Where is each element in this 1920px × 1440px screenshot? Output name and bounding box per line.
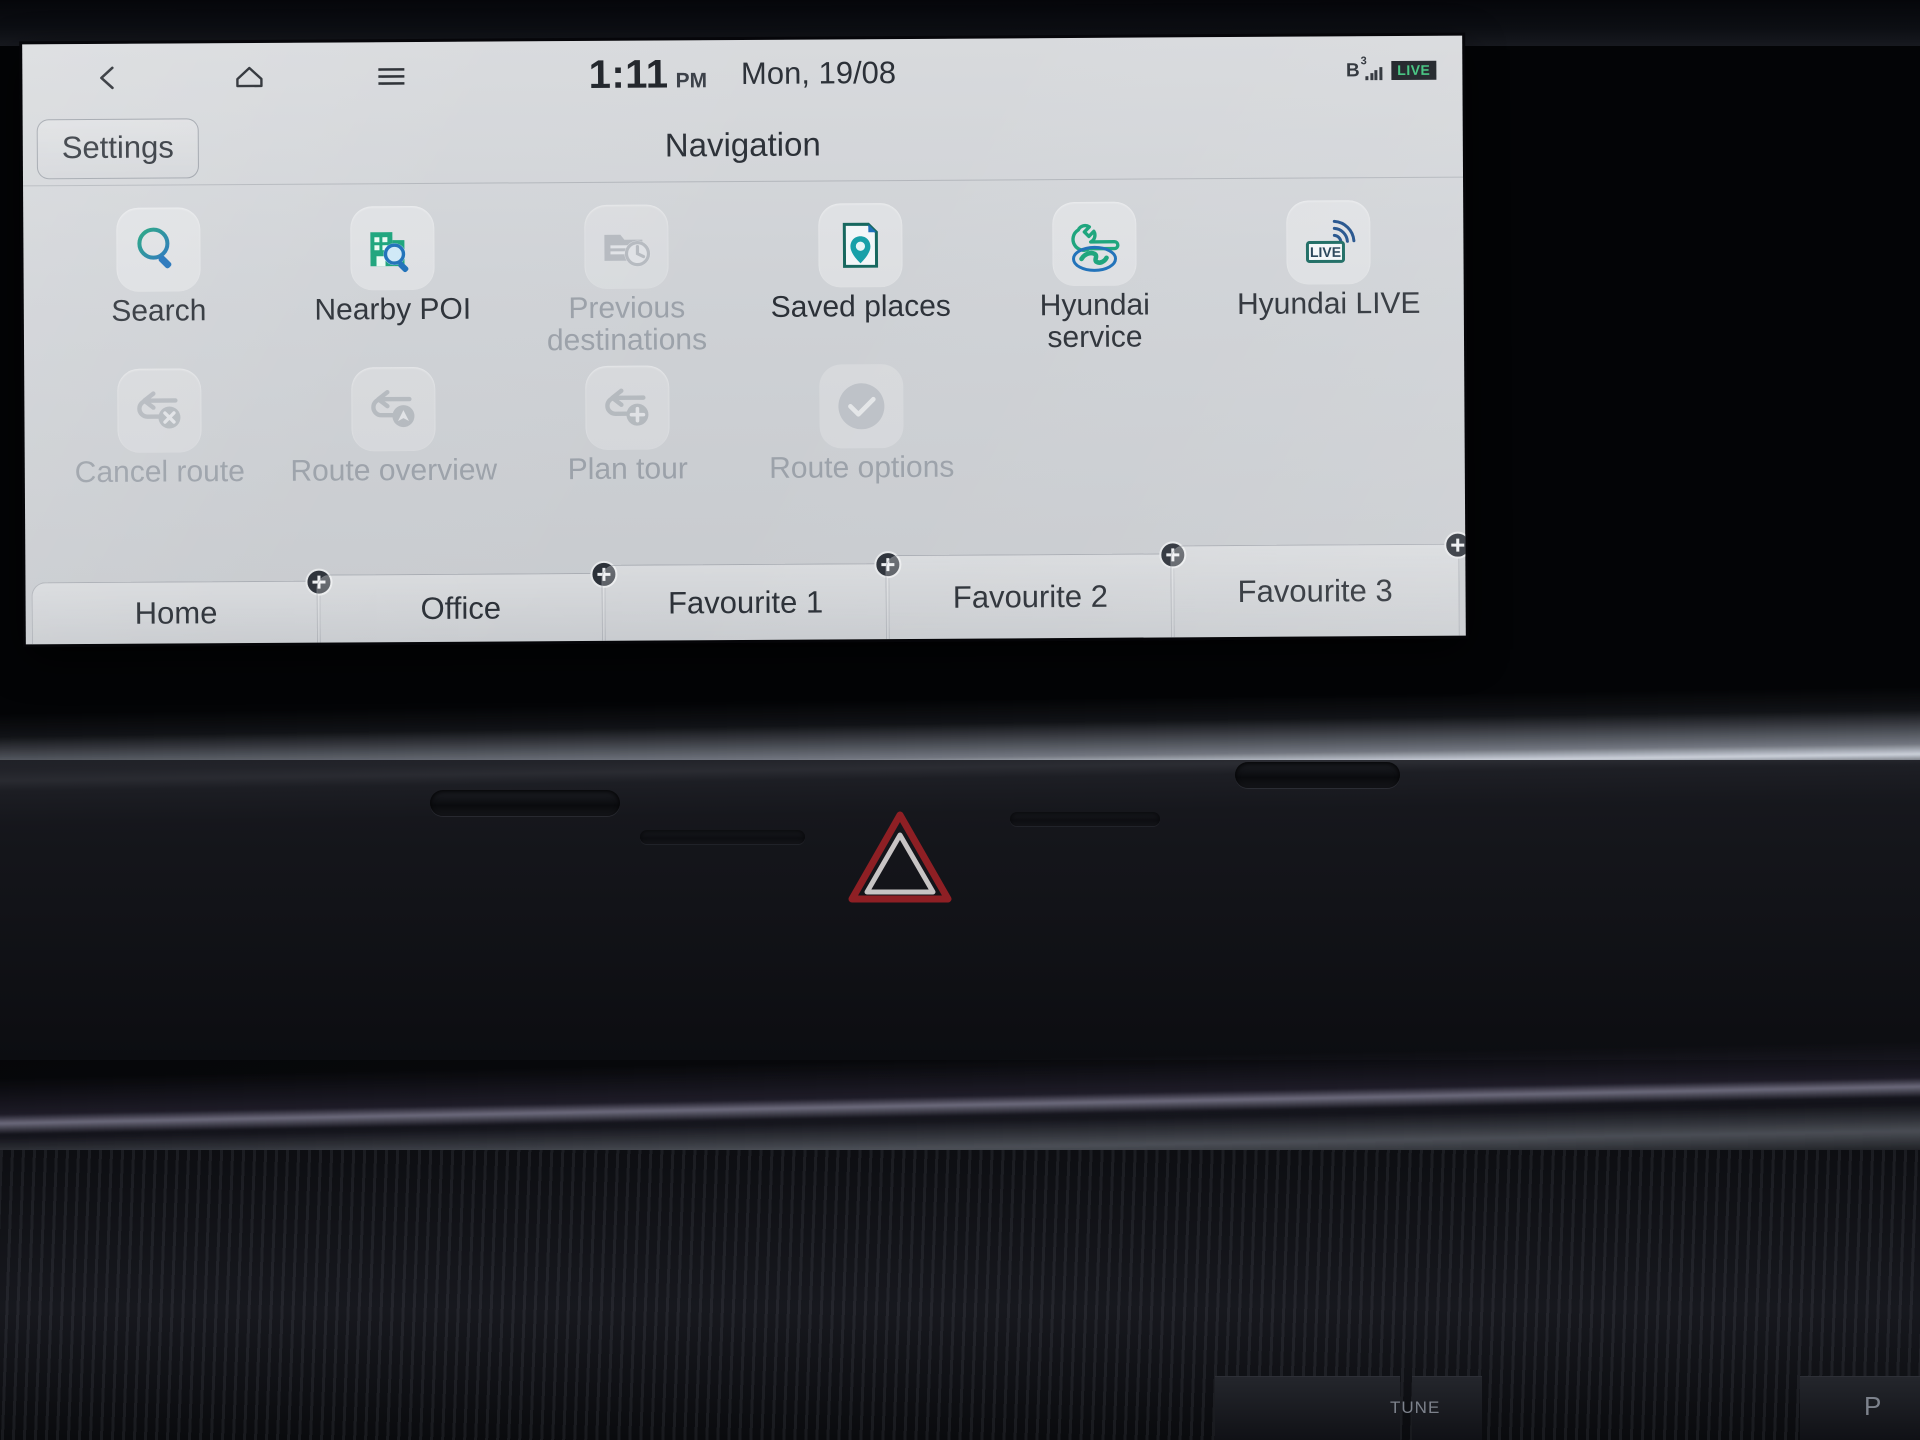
favourite-tab-home[interactable]: Home — [31, 568, 333, 645]
favourite-label: Office — [420, 589, 502, 626]
bluetooth-icon: B3 — [1346, 55, 1383, 81]
route-add-icon — [585, 365, 670, 450]
building-search-icon — [350, 205, 435, 291]
document-clock-icon — [584, 204, 669, 289]
dashboard-vent-panel — [0, 760, 1920, 1060]
menu-label: Cancel route — [74, 455, 245, 490]
menu-item-cancel-route[interactable]: Cancel route — [42, 360, 277, 489]
home-icon[interactable] — [232, 60, 266, 94]
favourite-tab-3[interactable]: Favourite 3 — [1170, 531, 1466, 638]
favourite-tab-2[interactable]: Favourite 2 — [885, 541, 1187, 640]
favourite-label: Favourite 2 — [952, 578, 1109, 615]
live-signal-icon: LIVE — [1286, 200, 1371, 285]
menu-label: Route options — [769, 450, 955, 485]
car-dashboard: 1:11 PM Mon, 19/08 B3 LIVE Settings Navig… — [0, 0, 1920, 1440]
grid-spacer — [978, 354, 1213, 483]
menu-item-nearby-poi[interactable]: Nearby POI — [275, 197, 510, 357]
svg-text:LIVE: LIVE — [1310, 244, 1341, 260]
plus-badge-icon[interactable] — [1444, 531, 1466, 559]
page-pin-icon — [818, 203, 903, 288]
menu-item-hyundai-service[interactable]: Hyundai service — [977, 193, 1212, 354]
page-title: Navigation — [664, 125, 821, 163]
wrench-hyundai-logo-icon — [1052, 201, 1137, 287]
menu-item-route-overview[interactable]: Route overview — [276, 358, 511, 488]
menu-label: Search — [111, 294, 207, 328]
route-cancel-icon — [117, 368, 202, 453]
menu-label: Plan tour — [567, 452, 688, 487]
signal-bars-icon — [1365, 66, 1383, 80]
console-button-left[interactable] — [1215, 1376, 1400, 1440]
menu-item-saved-places[interactable]: Saved places — [743, 195, 978, 355]
menu-item-hyundai-live[interactable]: LIVE Hyundai LIVE — [1211, 192, 1446, 352]
chevron-left-icon[interactable] — [90, 61, 124, 95]
menu-label: Hyundai service — [1039, 288, 1150, 354]
search-magnifier-icon — [116, 207, 201, 292]
route-overview-icon — [351, 366, 436, 452]
menu-item-route-options[interactable]: Route options — [744, 356, 979, 485]
favourite-label: Favourite 1 — [667, 584, 824, 620]
infotainment-screen[interactable]: 1:11 PM Mon, 19/08 B3 LIVE Settings Navig… — [22, 35, 1466, 645]
clock-ampm: PM — [675, 68, 708, 92]
menu-item-previous-destinations[interactable]: Previous destinations — [509, 196, 744, 357]
favourite-tab-office[interactable]: Office — [316, 560, 618, 643]
menu-label: Hyundai LIVE — [1236, 286, 1421, 321]
console-button-park[interactable] — [1800, 1376, 1920, 1440]
hazard-warning-button[interactable] — [845, 805, 955, 907]
air-vent-slot-center-left — [640, 830, 805, 844]
grid-spacer — [1212, 353, 1447, 482]
air-vent-slot-left — [430, 790, 620, 816]
air-vent-slot-right — [1235, 762, 1400, 788]
check-circle-icon — [819, 364, 904, 449]
page-header: Settings Navigation — [22, 103, 1464, 187]
air-vent-slot-center-right — [1010, 812, 1160, 826]
park-label: P — [1864, 1391, 1883, 1421]
status-bar: 1:11 PM Mon, 19/08 B3 LIVE — [22, 36, 1462, 113]
tune-label: TUNE — [1390, 1398, 1441, 1417]
menu-label: Nearby POI — [314, 292, 472, 327]
live-status-badge: LIVE — [1391, 60, 1437, 80]
favourite-label: Home — [134, 594, 218, 631]
favourites-bar: Home Office Favourite 1 Favourite 2 Favo… — [25, 531, 1466, 645]
status-date: Mon, 19/08 — [740, 55, 897, 92]
speaker-grille — [0, 1150, 1920, 1440]
menu-grid: Search Nearby POI Previous destinations … — [23, 178, 1465, 489]
menu-label: Saved places — [770, 289, 951, 324]
favourite-tab-1[interactable]: Favourite 1 — [600, 551, 902, 641]
status-indicators: B3 LIVE — [1346, 36, 1437, 105]
menu-item-plan-tour[interactable]: Plan tour — [510, 357, 745, 486]
menu-item-search[interactable]: Search — [41, 199, 276, 359]
favourite-label: Favourite 3 — [1237, 572, 1393, 609]
menu-label: Previous destinations — [546, 291, 708, 357]
clock-time: 1:11 — [588, 51, 669, 97]
menu-label: Route overview — [290, 453, 498, 488]
hamburger-menu-icon[interactable] — [374, 59, 408, 93]
